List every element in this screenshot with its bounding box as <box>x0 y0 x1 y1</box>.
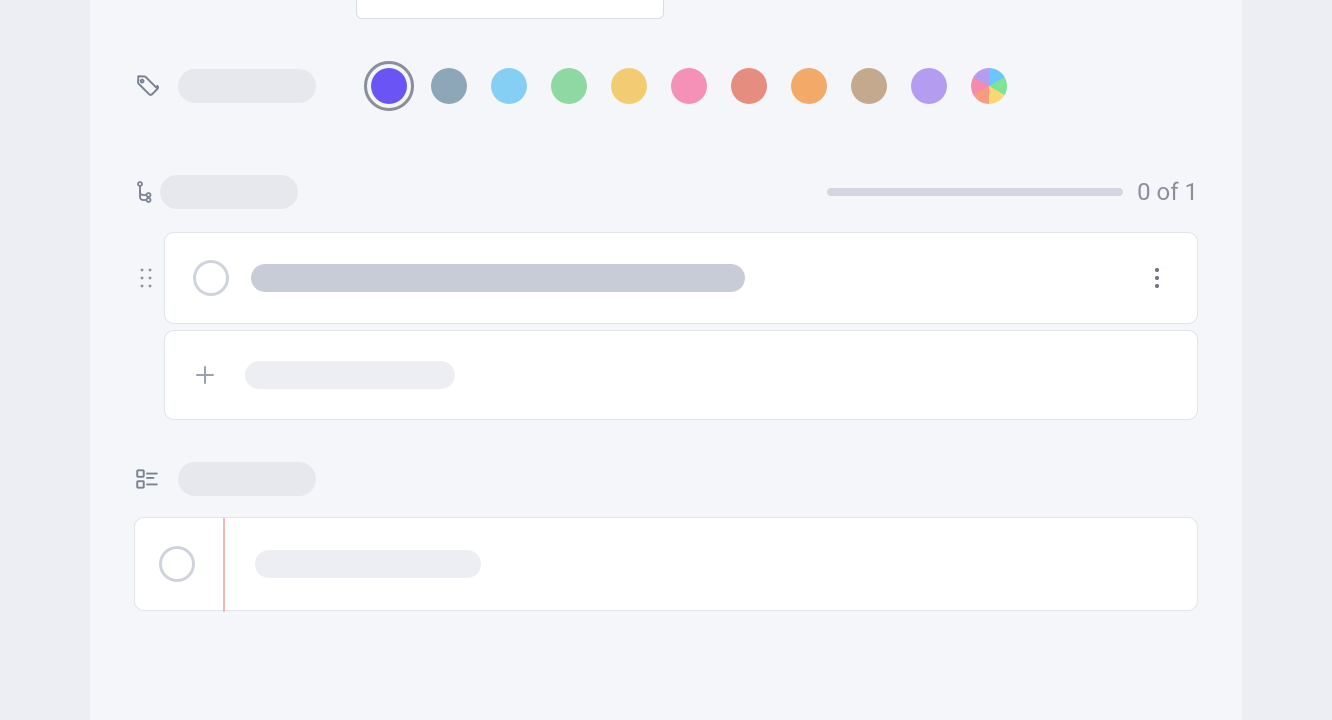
color-label-placeholder <box>178 69 316 103</box>
condition-divider <box>223 518 225 612</box>
subtask-item[interactable] <box>164 232 1198 324</box>
color-swatch-orange[interactable] <box>791 68 827 104</box>
subtasks-header: 0 of 1 <box>134 175 1198 209</box>
subtask-checkbox[interactable] <box>193 260 229 296</box>
color-swatch-rainbow[interactable] <box>971 68 1007 104</box>
conditions-header <box>134 462 316 496</box>
subtasks-progress-text: 0 of 1 <box>1137 178 1198 206</box>
drag-handle-icon[interactable] <box>139 266 155 292</box>
color-swatch-sky[interactable] <box>491 68 527 104</box>
add-subtask-label-placeholder <box>245 361 455 389</box>
color-swatch-slate[interactable] <box>431 68 467 104</box>
name-input-partial[interactable] <box>356 0 664 19</box>
conditions-label-placeholder <box>178 462 316 496</box>
color-swatch-coral[interactable] <box>731 68 767 104</box>
plus-icon <box>193 363 217 387</box>
color-swatch-green[interactable] <box>551 68 587 104</box>
color-icon <box>134 73 160 99</box>
subtasks-progress-bar <box>827 188 1123 196</box>
subtask-more-button[interactable] <box>1145 266 1169 290</box>
subtasks-icon <box>134 179 160 205</box>
color-swatch-tan[interactable] <box>851 68 887 104</box>
color-swatch-purple[interactable] <box>371 68 407 104</box>
condition-checkbox[interactable] <box>159 546 195 582</box>
color-swatch-lavender[interactable] <box>911 68 947 104</box>
subtask-title-placeholder <box>251 264 745 292</box>
condition-title-placeholder <box>255 550 481 578</box>
condition-item[interactable] <box>134 517 1198 611</box>
color-swatches <box>371 68 1007 104</box>
color-swatch-pink[interactable] <box>671 68 707 104</box>
add-subtask-button[interactable] <box>164 330 1198 420</box>
color-swatch-yellow[interactable] <box>611 68 647 104</box>
conditions-icon <box>134 466 160 492</box>
subtasks-label-placeholder <box>160 175 298 209</box>
color-section <box>134 68 1007 104</box>
editor-panel: 0 of 1 <box>90 0 1242 720</box>
